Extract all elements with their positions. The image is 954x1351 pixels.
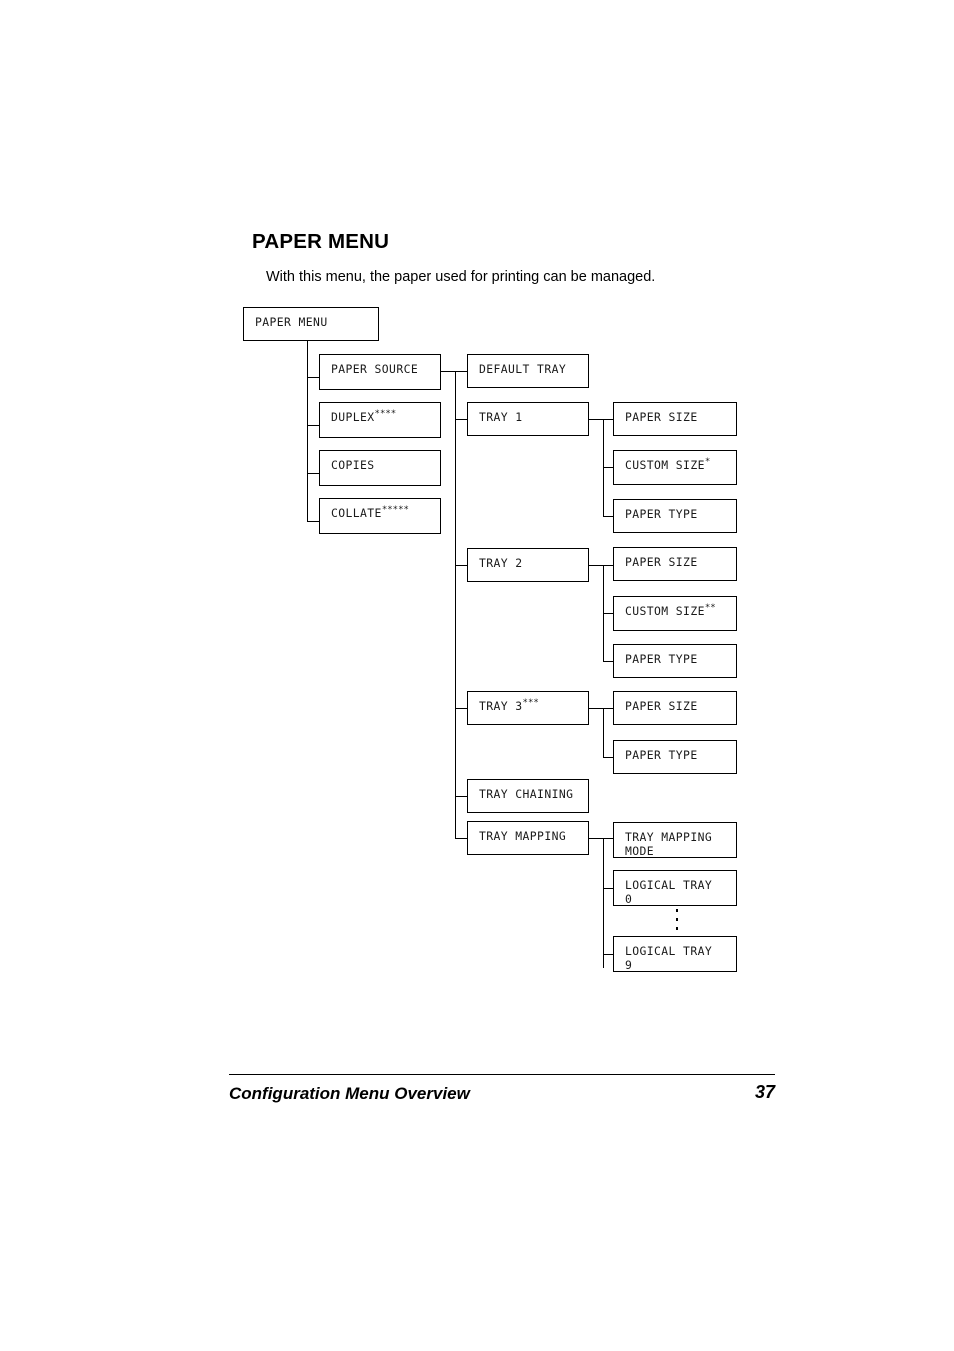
node-label: COPIES [331,458,375,472]
node-duplex: DUPLEX**** [319,402,441,438]
connector-tray-1-to-trunk [589,419,603,420]
connector-level2-trunk [455,371,456,838]
connector-tray-2-to-trunk [589,565,603,566]
connector-root-to-duplex [307,425,319,426]
node-copies: COPIES [319,450,441,486]
node-tray-chaining: TRAY CHAINING [467,779,589,813]
connector-to-tray-1-paper-type [603,516,613,517]
connector-tray-3-to-trunk [589,708,603,709]
node-tray-mapping-mode: TRAY MAPPING MODE [613,822,737,858]
node-label: DEFAULT TRAY [479,362,567,376]
node-tray-3-paper-type: PAPER TYPE [613,740,737,774]
node-label: PAPER SOURCE [331,362,419,376]
connector-trunk-to-default-tray [455,371,467,372]
connector-tray-mapping-children-trunk [603,838,604,968]
connector-trunk-to-tray-chaining [455,796,467,797]
node-tray-1: TRAY 1 [467,402,589,436]
connector-to-tray-2-paper-type [603,661,613,662]
node-paper-menu: PAPER MENU [243,307,379,341]
node-tray-mapping: TRAY MAPPING [467,821,589,855]
node-label: LOGICAL TRAY 9 [625,944,713,972]
node-label: TRAY 2 [479,556,523,570]
connector-trunk-to-tray-2 [455,565,467,566]
node-label: TRAY CHAINING [479,787,574,801]
node-tray-1-paper-size: PAPER SIZE [613,402,737,436]
node-label: COLLATE***** [331,505,409,520]
node-label: PAPER SIZE [625,555,698,569]
connector-to-tray-2-custom-size [603,613,613,614]
connector-trunk-to-tray-3 [455,708,467,709]
node-tray-2: TRAY 2 [467,548,589,582]
node-tray-1-paper-type: PAPER TYPE [613,499,737,533]
connector-trunk-to-tray-1 [455,419,467,420]
connector-to-tray-2-paper-size [603,565,613,566]
node-label: CUSTOM SIZE* [625,457,711,472]
node-collate: COLLATE***** [319,498,441,534]
connector-trunk-to-tray-mapping [455,838,467,839]
node-label: TRAY 1 [479,410,523,424]
node-default-tray: DEFAULT TRAY [467,354,589,388]
node-tray-3-paper-size: PAPER SIZE [613,691,737,725]
node-label: PAPER TYPE [625,652,698,666]
connector-root-to-copies [307,473,319,474]
node-logical-tray-9: LOGICAL TRAY 9 [613,936,737,972]
footer-divider [229,1074,775,1075]
connector-to-tray-mapping-mode [603,838,613,839]
node-tray-3: TRAY 3*** [467,691,589,725]
connector-tray-mapping-to-trunk [589,838,603,839]
page-number: 37 [754,1082,775,1102]
node-label: PAPER SIZE [625,699,698,713]
connector-to-tray-1-paper-size [603,419,613,420]
node-label: PAPER SIZE [625,410,698,424]
connector-root-to-collate [307,521,319,522]
connector-root-trunk [307,341,308,522]
connector-tray-3-children-trunk [603,708,604,757]
connector-to-tray-3-paper-size [603,708,613,709]
node-tray-2-custom-size: CUSTOM SIZE** [613,596,737,631]
node-label: TRAY 3*** [479,698,539,713]
node-label: PAPER MENU [255,315,328,329]
node-paper-source: PAPER SOURCE [319,354,441,390]
connector-to-logical-tray-9 [603,954,613,955]
ellipsis-dot [676,927,678,930]
connector-to-tray-3-paper-type [603,757,613,758]
node-tray-2-paper-type: PAPER TYPE [613,644,737,678]
node-tray-1-custom-size: CUSTOM SIZE* [613,450,737,485]
node-label: CUSTOM SIZE** [625,603,716,618]
connector-root-to-paper-source [307,377,319,378]
node-label: TRAY MAPPING MODE [625,830,713,858]
ellipsis-dot [676,918,678,921]
node-label: DUPLEX**** [331,409,397,424]
node-label: PAPER TYPE [625,507,698,521]
node-label: PAPER TYPE [625,748,698,762]
connector-to-logical-tray-0 [603,888,613,889]
node-logical-tray-0: LOGICAL TRAY 0 [613,870,737,906]
node-tray-2-paper-size: PAPER SIZE [613,547,737,581]
paper-menu-tree-diagram: PAPER MENU PAPER SOURCE DUPLEX**** COPIE… [0,0,954,1351]
node-label: LOGICAL TRAY 0 [625,878,713,906]
connector-to-tray-1-custom-size [603,467,613,468]
connector-paper-source-to-trunk [441,371,455,372]
footer-title: Configuration Menu Overview [229,1084,470,1103]
node-label: TRAY MAPPING [479,829,567,843]
ellipsis-dot [676,909,678,912]
